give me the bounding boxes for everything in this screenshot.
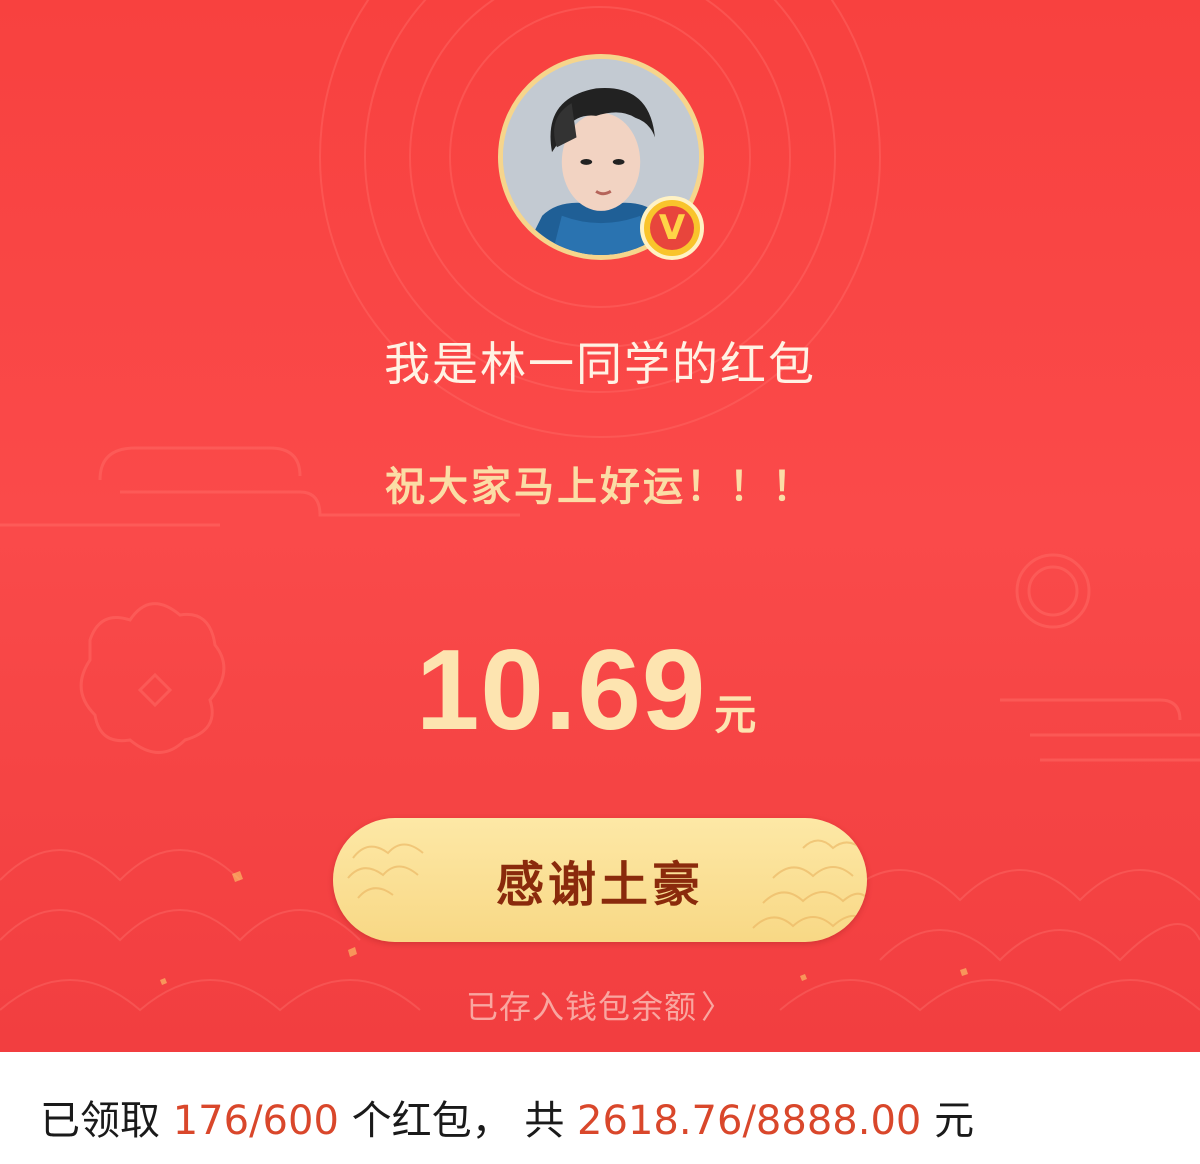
chevron-right-icon: 〉 <box>701 988 735 1026</box>
amount-value: 10.69 <box>416 627 707 754</box>
summary-middle: 个红包， 共 <box>351 1098 565 1144</box>
sender-title: 我是林一同学的红包 <box>384 337 816 391</box>
claimed-count: 176/600 <box>172 1098 339 1144</box>
claim-summary: 已领取 176/600 个红包， 共 2618.76/8888.00 元 <box>40 1088 974 1144</box>
wallet-link-label: 已存入钱包余额 <box>465 988 697 1026</box>
verified-badge: V <box>640 196 704 260</box>
thanks-button[interactable]: 感谢土豪 <box>333 818 867 942</box>
greeting-message: 祝大家马上好运！！！ <box>385 464 815 510</box>
wallet-balance-link[interactable]: 已存入钱包余额〉 <box>0 982 1200 1028</box>
summary-prefix: 已领取 <box>40 1098 160 1144</box>
received-amount: 10.69 元 <box>416 625 756 765</box>
amount-unit: 元 <box>714 690 757 739</box>
verified-v-icon: V <box>650 206 694 250</box>
thanks-button-label: 感谢土豪 <box>495 857 704 913</box>
claimed-amount: 2618.76/8888.00 <box>577 1098 922 1144</box>
summary-suffix: 元 <box>934 1098 975 1144</box>
red-packet-panel: V 我是林一同学的红包 祝大家马上好运！！！ 10.69 元 感谢土豪 已存入钱… <box>0 0 1200 1052</box>
